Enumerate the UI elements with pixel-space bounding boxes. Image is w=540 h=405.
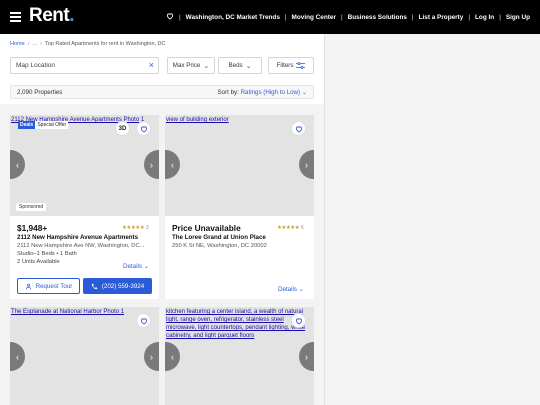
nav-business-solutions[interactable]: Business Solutions [348, 14, 407, 21]
map-location-input[interactable] [16, 62, 136, 69]
property-count: 2,090 Properties [17, 89, 63, 96]
breadcrumb-ellipsis[interactable]: ... [33, 41, 38, 47]
rating-stars-icon: ★★★★★ [122, 225, 145, 231]
nav-separator: | [468, 13, 471, 21]
sort-label: Sort by: [217, 89, 239, 96]
phone-icon [91, 283, 97, 289]
photo-alt-text[interactable]: The Esplanade at National Harbor Photo 1 [11, 308, 124, 316]
chevron-right-icon: › [27, 41, 30, 47]
user-icon [25, 283, 31, 289]
nav-log-in[interactable]: Log In [475, 14, 494, 21]
3d-tour-icon[interactable]: 3D [115, 121, 130, 136]
map-location-search: × [10, 57, 159, 74]
rent-logo[interactable]: Rent. [29, 5, 74, 27]
nav-separator: | [411, 13, 414, 21]
nav-separator: | [340, 13, 343, 21]
rating: ★★★★★ 6 [277, 225, 304, 231]
listing-card[interactable]: view of building exterior ‹ › Price Unav… [165, 115, 314, 299]
filters-panel: Home ›... › Top Rated Apartments for rent i… [0, 34, 324, 104]
phone-number: (202) 559-3924 [101, 282, 145, 290]
details-link[interactable]: Details ⌄ [123, 263, 149, 270]
chevron-down-icon: ⌄ [298, 286, 305, 293]
rating: ★★★★★ 3 [122, 225, 149, 231]
nav-moving-center[interactable]: Moving Center [292, 14, 336, 21]
listing-card[interactable]: The Esplanade at National Harbor Photo 1… [10, 307, 159, 405]
listing-address: 2112 New Hampshire Ave NW, Washington, D… [17, 243, 145, 249]
request-tour-button[interactable]: Request Tour [17, 278, 80, 294]
clear-icon[interactable]: × [149, 61, 154, 70]
previous-photo-arrow-icon[interactable]: ‹ [10, 150, 25, 179]
listing-photo[interactable]: The Esplanade at National Harbor Photo 1… [10, 307, 159, 405]
sort-value[interactable]: Ratings (High to Low) [241, 89, 301, 96]
listing-name[interactable]: The Loree Grand at Union Place [172, 234, 308, 241]
next-photo-arrow-icon[interactable]: › [299, 150, 314, 179]
previous-photo-arrow-icon[interactable]: ‹ [165, 150, 180, 179]
listing-beds-baths: Studio–1 Beds • 1 Bath [17, 251, 77, 257]
logo-dot: . [69, 5, 75, 26]
favorites-heart-icon[interactable] [166, 12, 174, 22]
nav-separator: | [284, 13, 287, 21]
sponsored-badge: Sponsored [16, 203, 47, 211]
nav-separator: | [178, 13, 181, 21]
breadcrumb-current: Top Rated Apartments for rent in Washing… [44, 41, 166, 47]
details-label: Details [123, 263, 142, 270]
rating-count: 6 [300, 225, 304, 231]
nav-sign-up[interactable]: Sign Up [506, 14, 530, 21]
listing-card[interactable]: 2112 New Hampshire Avenue Apartments Pho… [10, 115, 159, 299]
next-photo-arrow-icon[interactable]: › [144, 342, 159, 371]
next-photo-arrow-icon[interactable]: › [144, 150, 159, 179]
map-area[interactable] [324, 34, 540, 405]
favorite-heart-icon[interactable] [291, 121, 306, 136]
chevron-down-icon: ⌄ [203, 62, 210, 70]
rating-count: 3 [145, 225, 149, 231]
chevron-down-icon: ⌄ [245, 62, 252, 70]
deals-badge: Deals [18, 121, 36, 129]
photo-alt-text[interactable]: view of building exterior [166, 116, 229, 124]
sort-control[interactable]: Sort by: Ratings (High to Low) ⌄ [218, 89, 307, 96]
results-count-bar: 2,090 Properties Sort by: Ratings (High … [10, 85, 314, 99]
header-nav: | Washington, DC Market Trends | Moving … [166, 12, 530, 22]
breadcrumb: Home ›... › Top Rated Apartments for rent i… [10, 41, 166, 47]
filters-button[interactable]: Filters [268, 57, 314, 74]
badges: Deals Special Offer [18, 121, 69, 129]
favorite-heart-icon[interactable] [136, 121, 151, 136]
chevron-right-icon: › [40, 41, 42, 47]
special-offer-badge: Special Offer [35, 121, 69, 129]
favorite-heart-icon[interactable] [291, 313, 306, 328]
top-navigation-bar: Rent. | Washington, DC Market Trends | M… [0, 0, 540, 34]
filters-label: Filters [276, 62, 294, 69]
previous-photo-arrow-icon[interactable]: ‹ [165, 342, 180, 371]
hamburger-menu-icon[interactable] [10, 12, 21, 22]
max-price-label: Max Price [172, 62, 201, 69]
beds-label: Beds [228, 62, 243, 69]
nav-separator: | [499, 13, 501, 21]
previous-photo-arrow-icon[interactable]: ‹ [10, 342, 25, 371]
logo-text: Rent [29, 5, 70, 26]
results-pane: Home ›... › Top Rated Apartments for rent i… [0, 34, 324, 405]
listing-address: 250 K St NE, Washington, DC 20002 [172, 243, 267, 249]
next-photo-arrow-icon[interactable]: › [299, 342, 314, 371]
nav-list-property[interactable]: List a Property [419, 14, 464, 21]
call-button[interactable]: (202) 559-3924 [83, 278, 152, 294]
details-label: Details [278, 286, 297, 293]
listing-card[interactable]: kitchen featuring a center island, a wea… [165, 307, 314, 405]
chevron-down-icon: ⌄ [143, 263, 150, 270]
listing-name[interactable]: 2112 New Hampshire Avenue Apartments [17, 234, 153, 241]
sliders-icon [296, 62, 306, 69]
beds-dropdown[interactable]: Beds ⌄ [218, 57, 262, 74]
max-price-dropdown[interactable]: Max Price ⌄ [167, 57, 215, 74]
chevron-down-icon: ⌄ [301, 89, 307, 96]
details-link[interactable]: Details ⌄ [278, 286, 304, 293]
listing-photo[interactable]: kitchen featuring a center island, a wea… [165, 307, 314, 405]
listing-photo[interactable]: 2112 New Hampshire Avenue Apartments Pho… [10, 115, 159, 216]
breadcrumb-home[interactable]: Home [10, 41, 25, 47]
favorite-heart-icon[interactable] [136, 313, 151, 328]
listing-photo[interactable]: view of building exterior ‹ › [165, 115, 314, 216]
request-tour-label: Request Tour [35, 282, 73, 290]
nav-market-trends[interactable]: Washington, DC Market Trends [186, 14, 280, 21]
rating-stars-icon: ★★★★★ [277, 225, 300, 231]
